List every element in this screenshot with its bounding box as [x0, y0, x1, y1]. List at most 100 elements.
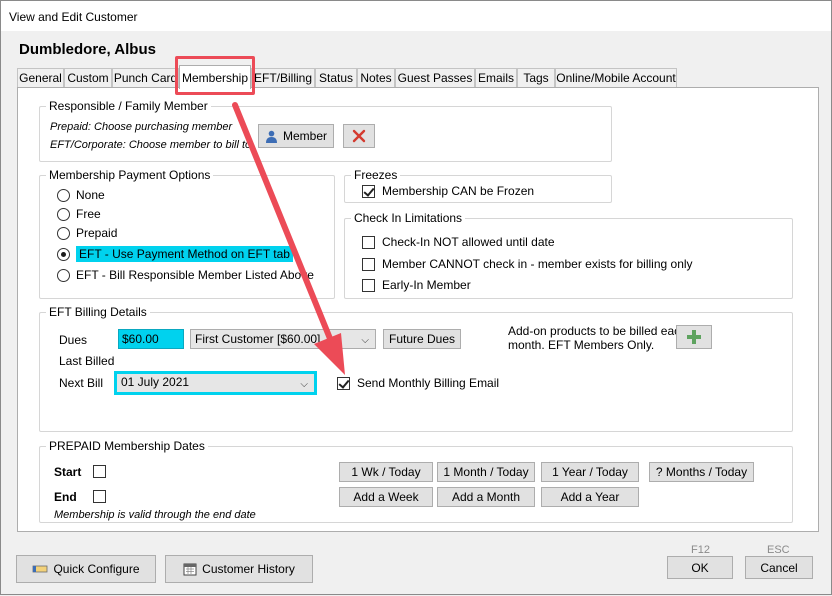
freezes-group: Freezes Membership CAN be Frozen [344, 168, 612, 203]
add-addon-button[interactable] [676, 325, 712, 349]
eft-billing-title: EFT Billing Details [46, 305, 150, 319]
ok-button[interactable]: OK [667, 556, 733, 579]
payment-option-none-label: None [76, 188, 105, 202]
cannot-checkin-checkbox[interactable]: Member CANNOT check in - member exists f… [362, 257, 693, 271]
quick-configure-label: Quick Configure [53, 562, 140, 576]
prepaid-note: Membership is valid through the end date [54, 509, 256, 521]
checkin-not-allowed-box[interactable] [362, 235, 375, 249]
future-dues-button[interactable]: Future Dues [383, 329, 461, 349]
customer-history-label: Customer History [202, 562, 295, 576]
freezes-title: Freezes [351, 168, 401, 182]
prepaid-dates-group: PREPAID Membership Dates Start End Membe… [39, 439, 793, 523]
tab-punch-card[interactable]: Punch Card [112, 68, 179, 87]
payment-options-title: Membership Payment Options [46, 168, 214, 182]
tab-emails[interactable]: Emails [475, 68, 517, 87]
membership-tab-panel: Responsible / Family Member Prepaid: Cho… [17, 87, 819, 532]
radio-none[interactable] [57, 188, 70, 202]
add-week-button[interactable]: Add a Week [339, 487, 433, 507]
tab-membership[interactable]: Membership [179, 65, 251, 89]
can-be-frozen-label: Membership CAN be Frozen [382, 184, 535, 198]
person-icon [265, 130, 277, 143]
quick-configure-button[interactable]: Quick Configure [16, 555, 156, 583]
dues-input[interactable]: $60.00 [118, 329, 184, 349]
radio-free[interactable] [57, 207, 70, 221]
remove-member-button[interactable] [343, 124, 375, 148]
chevron-down-icon: ⌵ [361, 335, 369, 346]
tab-eft-billing[interactable]: EFT/Billing [251, 68, 315, 87]
tab-tags[interactable]: Tags [517, 68, 555, 87]
tab-guest-passes[interactable]: Guest Passes [395, 68, 475, 87]
early-in-checkbox[interactable]: Early-In Member [362, 278, 471, 292]
start-checkbox[interactable] [93, 465, 113, 478]
tab-online-mobile-account[interactable]: Online/Mobile Account [555, 68, 677, 87]
one-week-today-button[interactable]: 1 Wk / Today [339, 462, 433, 482]
tab-general[interactable]: General [17, 68, 64, 87]
cannot-checkin-box[interactable] [362, 257, 375, 271]
checkin-limitations-title: Check In Limitations [351, 211, 466, 225]
red-x-icon [352, 129, 366, 143]
payment-option-eft-bill-responsible[interactable]: EFT - Bill Responsible Member Listed Abo… [57, 268, 314, 282]
months-today-button[interactable]: ? Months / Today [649, 462, 754, 482]
checkin-not-allowed-checkbox[interactable]: Check-In NOT allowed until date [362, 235, 555, 249]
can-be-frozen-box[interactable] [362, 184, 375, 198]
payment-option-free-label: Free [76, 207, 101, 221]
next-bill-value: 01 July 2021 [121, 375, 190, 389]
chevron-down-icon: ⌵ [300, 379, 308, 390]
member-button-label: Member [282, 129, 327, 143]
end-label: End [54, 490, 77, 504]
next-bill-date-picker[interactable]: 01 July 2021 ⌵ [114, 371, 317, 395]
one-month-today-button[interactable]: 1 Month / Today [437, 462, 535, 482]
payment-option-prepaid-label: Prepaid [76, 226, 118, 240]
send-billing-email-box[interactable] [337, 376, 350, 390]
payment-option-none[interactable]: None [57, 188, 105, 202]
dues-plan-value: First Customer [$60.00] [195, 332, 321, 346]
tab-custom[interactable]: Custom [64, 68, 112, 87]
dues-label: Dues [59, 333, 88, 347]
last-billed-label: Last Billed [59, 354, 115, 368]
addon-text-line2: month. EFT Members Only. [508, 338, 655, 352]
cancel-button[interactable]: Cancel [745, 556, 813, 579]
tab-notes[interactable]: Notes [357, 68, 395, 87]
responsible-prepaid-text: Prepaid: Choose purchasing member [50, 121, 233, 133]
payment-option-eft-bill-responsible-label: EFT - Bill Responsible Member Listed Abo… [76, 268, 314, 282]
customer-history-button[interactable]: Customer History [165, 555, 313, 583]
radio-prepaid[interactable] [57, 226, 70, 240]
can-be-frozen-checkbox[interactable]: Membership CAN be Frozen [362, 184, 534, 198]
window-title: View and Edit Customer [9, 10, 138, 24]
ok-shortcut-hint: F12 [691, 544, 710, 556]
tab-status[interactable]: Status [315, 68, 357, 87]
payment-option-eft-payment-method-label: EFT - Use Payment Method on EFT tab [76, 246, 293, 262]
title-bar: View and Edit Customer [1, 1, 831, 31]
addon-text-line1: Add-on products to be billed each [508, 324, 687, 338]
responsible-group: Responsible / Family Member Prepaid: Cho… [39, 99, 612, 162]
calendar-icon [183, 563, 197, 576]
plus-icon [687, 330, 701, 344]
dues-plan-select[interactable]: First Customer [$60.00] ⌵ [190, 329, 376, 349]
pencil-icon [33, 565, 48, 573]
eft-billing-group: EFT Billing Details Dues $60.00 First Cu… [39, 305, 793, 432]
payment-option-prepaid[interactable]: Prepaid [57, 226, 117, 240]
start-box[interactable] [93, 465, 106, 478]
payment-option-free[interactable]: Free [57, 207, 101, 221]
early-in-box[interactable] [362, 278, 375, 292]
member-button[interactable]: Member [258, 124, 334, 148]
send-billing-email-checkbox[interactable]: Send Monthly Billing Email [337, 376, 499, 390]
prepaid-dates-title: PREPAID Membership Dates [46, 439, 208, 453]
payment-option-eft-payment-method[interactable]: EFT - Use Payment Method on EFT tab [57, 246, 293, 262]
start-label: Start [54, 465, 82, 479]
add-month-button[interactable]: Add a Month [437, 487, 535, 507]
checkin-not-allowed-label: Check-In NOT allowed until date [382, 235, 555, 249]
end-checkbox[interactable] [93, 490, 113, 503]
early-in-label: Early-In Member [382, 278, 471, 292]
next-bill-label: Next Bill [59, 376, 104, 390]
send-billing-email-label: Send Monthly Billing Email [357, 376, 500, 390]
cannot-checkin-label: Member CANNOT check in - member exists f… [382, 257, 693, 271]
responsible-group-title: Responsible / Family Member [46, 99, 211, 113]
responsible-eft-text: EFT/Corporate: Choose member to bill to [50, 139, 252, 151]
one-year-today-button[interactable]: 1 Year / Today [541, 462, 639, 482]
radio-eft-payment-method[interactable] [57, 247, 70, 261]
customer-window: View and Edit Customer Dumbledore, Albus… [0, 0, 832, 595]
add-year-button[interactable]: Add a Year [541, 487, 639, 507]
end-box[interactable] [93, 490, 106, 503]
radio-eft-bill-responsible[interactable] [57, 268, 70, 282]
